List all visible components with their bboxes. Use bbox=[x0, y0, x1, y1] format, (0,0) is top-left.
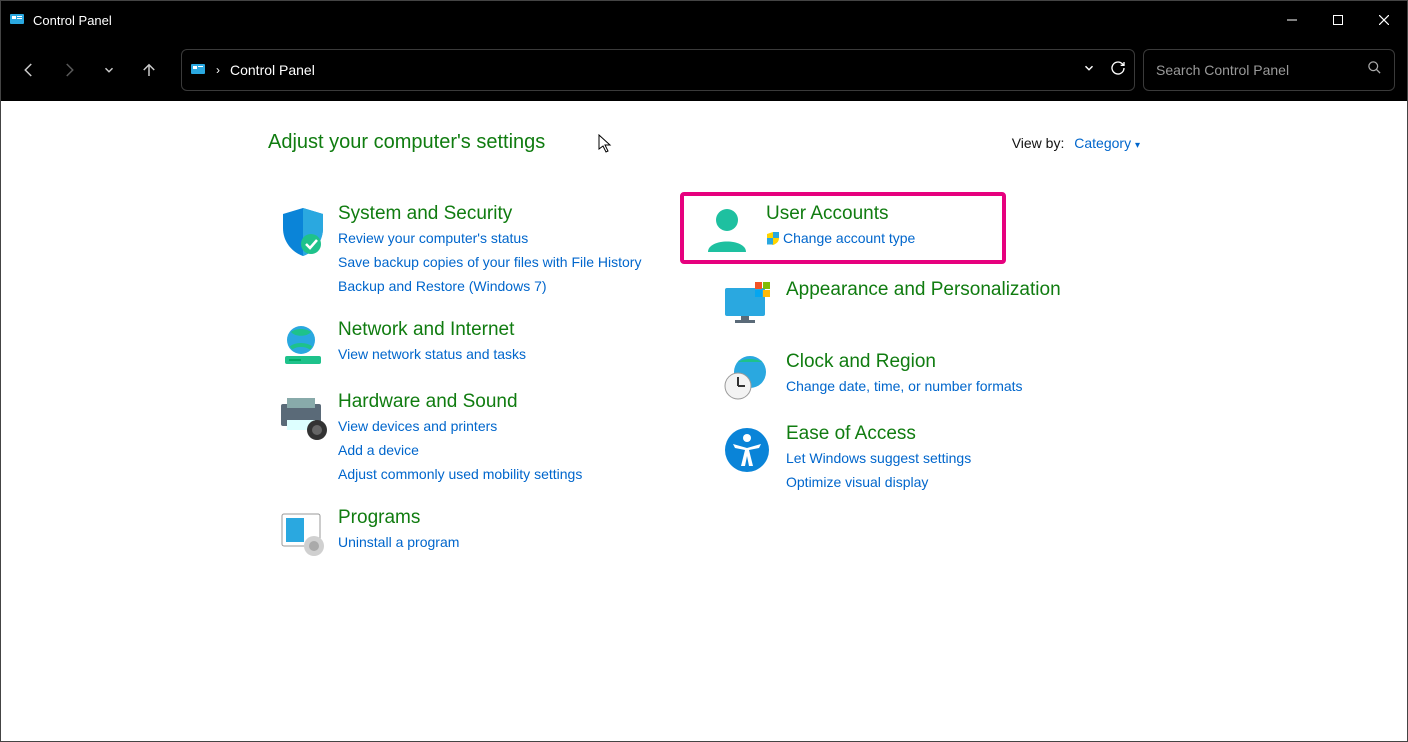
globe-icon bbox=[268, 318, 338, 370]
refresh-button[interactable] bbox=[1110, 60, 1126, 81]
window-title: Control Panel bbox=[33, 13, 112, 28]
appearance-title[interactable]: Appearance and Personalization bbox=[786, 279, 1061, 300]
control-panel-icon bbox=[9, 12, 25, 28]
category-clock-region: Clock and Region Change date, time, or n… bbox=[708, 350, 1158, 402]
chevron-down-icon[interactable] bbox=[1082, 61, 1096, 80]
system-link-0[interactable]: Review your computer's status bbox=[338, 226, 708, 250]
breadcrumb-separator-icon: › bbox=[216, 63, 220, 77]
system-security-title[interactable]: System and Security bbox=[338, 203, 512, 224]
clock-icon bbox=[708, 350, 786, 402]
maximize-button[interactable] bbox=[1315, 1, 1361, 39]
clock-title[interactable]: Clock and Region bbox=[786, 351, 936, 372]
up-button[interactable] bbox=[133, 54, 165, 86]
breadcrumb-text[interactable]: Control Panel bbox=[230, 62, 315, 78]
view-by-label: View by: bbox=[1012, 135, 1065, 151]
network-link-0[interactable]: View network status and tasks bbox=[338, 342, 708, 366]
page-title: Adjust your computer's settings bbox=[268, 131, 545, 154]
annotation-highlight: User Accounts Change account type bbox=[680, 192, 1006, 264]
category-ease-of-access: Ease of Access Let Windows suggest setti… bbox=[708, 422, 1158, 494]
user-link-0[interactable]: Change account type bbox=[766, 226, 998, 250]
user-link-0-text: Change account type bbox=[783, 230, 915, 246]
minimize-button[interactable] bbox=[1269, 1, 1315, 39]
user-accounts-title[interactable]: User Accounts bbox=[766, 203, 889, 224]
search-input[interactable] bbox=[1156, 62, 1367, 78]
hardware-link-2[interactable]: Adjust commonly used mobility settings bbox=[338, 462, 708, 486]
category-system-security: System and Security Review your computer… bbox=[268, 202, 708, 298]
accessibility-icon bbox=[708, 422, 786, 494]
monitor-icon bbox=[708, 278, 786, 330]
view-by-dropdown[interactable]: Category ▾ bbox=[1074, 135, 1140, 151]
ease-link-0[interactable]: Let Windows suggest settings bbox=[786, 446, 1158, 470]
hardware-title[interactable]: Hardware and Sound bbox=[338, 391, 518, 412]
user-icon bbox=[688, 202, 766, 254]
close-button[interactable] bbox=[1361, 1, 1407, 39]
search-icon[interactable] bbox=[1367, 60, 1382, 80]
system-link-2[interactable]: Backup and Restore (Windows 7) bbox=[338, 274, 708, 298]
network-title[interactable]: Network and Internet bbox=[338, 319, 514, 340]
category-network-internet: Network and Internet View network status… bbox=[268, 318, 708, 370]
back-button[interactable] bbox=[13, 54, 45, 86]
view-by-value: Category bbox=[1074, 135, 1131, 151]
ease-title[interactable]: Ease of Access bbox=[786, 423, 916, 444]
uac-shield-icon bbox=[766, 228, 780, 242]
category-hardware-sound: Hardware and Sound View devices and prin… bbox=[268, 390, 708, 486]
programs-link-0[interactable]: Uninstall a program bbox=[338, 530, 708, 554]
recent-button[interactable] bbox=[93, 54, 125, 86]
printer-icon bbox=[268, 390, 338, 486]
category-user-accounts: User Accounts Change account type bbox=[688, 202, 998, 254]
programs-title[interactable]: Programs bbox=[338, 507, 420, 528]
titlebar: Control Panel bbox=[1, 1, 1407, 39]
category-programs: Programs Uninstall a program bbox=[268, 506, 708, 558]
forward-button[interactable] bbox=[53, 54, 85, 86]
nav-row: › Control Panel bbox=[1, 39, 1407, 101]
view-by: View by: Category ▾ bbox=[1012, 135, 1140, 151]
shield-icon bbox=[268, 202, 338, 298]
control-panel-icon bbox=[190, 62, 206, 78]
search-box[interactable] bbox=[1143, 49, 1395, 91]
address-bar[interactable]: › Control Panel bbox=[181, 49, 1135, 91]
category-appearance: Appearance and Personalization bbox=[708, 278, 1158, 330]
system-link-1[interactable]: Save backup copies of your files with Fi… bbox=[338, 250, 708, 274]
programs-icon bbox=[268, 506, 338, 558]
clock-link-0[interactable]: Change date, time, or number formats bbox=[786, 374, 1158, 398]
hardware-link-1[interactable]: Add a device bbox=[338, 438, 708, 462]
content-area: Adjust your computer's settings View by:… bbox=[1, 101, 1407, 741]
chevron-down-icon: ▾ bbox=[1135, 140, 1140, 151]
hardware-link-0[interactable]: View devices and printers bbox=[338, 414, 708, 438]
ease-link-1[interactable]: Optimize visual display bbox=[786, 470, 1158, 494]
